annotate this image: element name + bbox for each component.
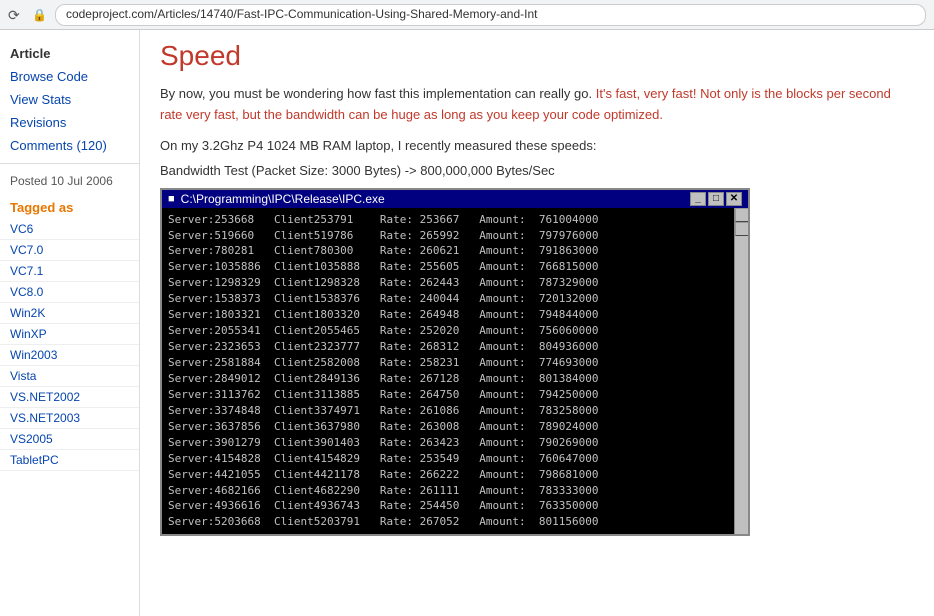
sidebar-tag-vc71[interactable]: VC7.1 [0, 261, 139, 282]
page-title: Speed [160, 40, 914, 72]
console-close-button[interactable]: ✕ [726, 192, 742, 206]
sidebar-link-comments[interactable]: Comments (120) [0, 134, 139, 157]
intro-paragraph: By now, you must be wondering how fast t… [160, 84, 914, 126]
sidebar-tag-win2k[interactable]: Win2K [0, 303, 139, 324]
sidebar-tagged-label: Tagged as [0, 192, 139, 219]
sidebar-tag-vc80[interactable]: VC8.0 [0, 282, 139, 303]
scrollbar-up-arrow[interactable]: ▲ [735, 208, 748, 222]
console-window: ■ C:\Programming\IPC\Release\IPC.exe _ □… [160, 188, 750, 537]
sidebar-section-title: Article [0, 40, 139, 65]
console-title: C:\Programming\IPC\Release\IPC.exe [181, 192, 690, 206]
main-content: Speed By now, you must be wondering how … [140, 30, 934, 616]
sidebar-posted: Posted 10 Jul 2006 [0, 170, 139, 192]
sidebar-tag-vc70[interactable]: VC7.0 [0, 240, 139, 261]
sidebar-tag-win2003[interactable]: Win2003 [0, 345, 139, 366]
lock-icon: 🔒 [32, 8, 47, 22]
url-bar[interactable]: codeproject.com/Articles/14740/Fast-IPC-… [55, 4, 926, 26]
console-minimize-button[interactable]: _ [690, 192, 706, 206]
console-body: Server:253668 Client253791 Rate: 253667 … [162, 208, 748, 535]
sidebar-tag-vsnet2002[interactable]: VS.NET2002 [0, 387, 139, 408]
console-scrollbar[interactable]: ▲ ▼ [734, 208, 748, 535]
intro-highlight: It's fast, very fast! Not only is the bl… [160, 86, 891, 122]
sidebar-tag-tabletpc[interactable]: TabletPC [0, 450, 139, 471]
console-restore-button[interactable]: □ [708, 192, 724, 206]
speed-paragraph: On my 3.2Ghz P4 1024 MB RAM laptop, I re… [160, 138, 914, 153]
sidebar-tag-vista[interactable]: Vista [0, 366, 139, 387]
console-icon: ■ [168, 193, 175, 205]
sidebar-tag-vc6[interactable]: VC6 [0, 219, 139, 240]
sidebar-tag-winxp[interactable]: WinXP [0, 324, 139, 345]
sidebar: Article Browse Code View Stats Revisions… [0, 30, 140, 616]
sidebar-divider [0, 163, 139, 164]
console-title-buttons: _ □ ✕ [690, 192, 742, 206]
console-output: Server:253668 Client253791 Rate: 253667 … [168, 212, 742, 531]
refresh-icon[interactable]: ⟳ [8, 7, 24, 23]
sidebar-link-revisions[interactable]: Revisions [0, 111, 139, 134]
browser-bar: ⟳ 🔒 codeproject.com/Articles/14740/Fast-… [0, 0, 934, 30]
bandwidth-text: Bandwidth Test (Packet Size: 3000 Bytes)… [160, 163, 914, 178]
scrollbar-down-arrow[interactable]: ▼ [735, 222, 748, 236]
page-layout: Article Browse Code View Stats Revisions… [0, 30, 934, 616]
sidebar-link-browse-code[interactable]: Browse Code [0, 65, 139, 88]
sidebar-tag-vsnet2003[interactable]: VS.NET2003 [0, 408, 139, 429]
sidebar-tag-vs2005[interactable]: VS2005 [0, 429, 139, 450]
sidebar-link-view-stats[interactable]: View Stats [0, 88, 139, 111]
console-titlebar: ■ C:\Programming\IPC\Release\IPC.exe _ □… [162, 190, 748, 208]
